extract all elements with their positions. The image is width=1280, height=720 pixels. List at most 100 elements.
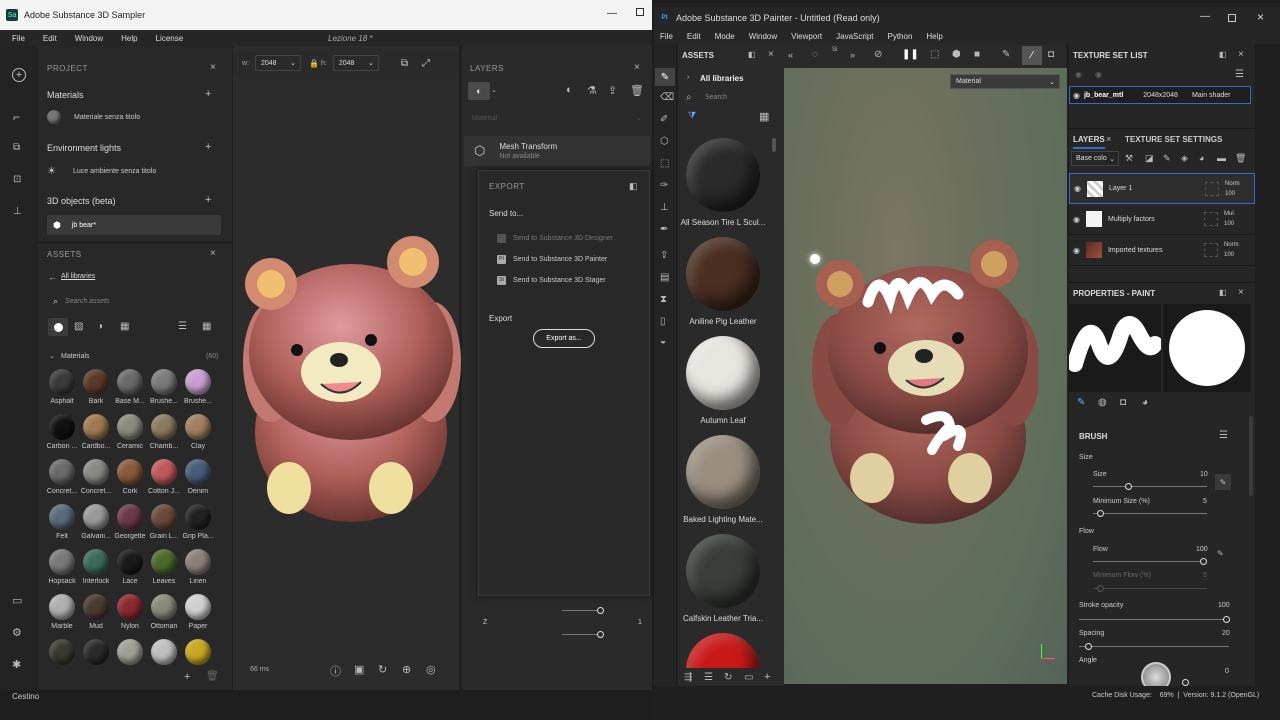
slider-track[interactable] bbox=[562, 610, 602, 611]
material-tile[interactable]: Mud bbox=[79, 594, 113, 630]
flow-pressure-icon[interactable]: ✎ bbox=[1217, 549, 1224, 558]
paint-tool-icon[interactable]: ✎ bbox=[655, 68, 675, 86]
pause-icon[interactable]: ❚❚ bbox=[902, 49, 919, 60]
assets-footer-icon-2[interactable]: ☰ bbox=[704, 672, 713, 683]
filter-dropdown-icon[interactable]: ⌄ bbox=[491, 86, 497, 94]
filter-light-icon[interactable]: ◑ bbox=[97, 321, 103, 332]
tab-layers[interactable]: LAYERS bbox=[1073, 135, 1105, 149]
size-slider-track[interactable] bbox=[1093, 486, 1207, 487]
material-tile[interactable]: Paper bbox=[181, 594, 215, 630]
add-fill-icon[interactable]: ◈ bbox=[1181, 153, 1188, 164]
collapse-chevron-icon[interactable]: ⌄ bbox=[49, 352, 55, 360]
geometry-icon[interactable]: ⬡ bbox=[660, 136, 669, 147]
back-arrow-icon[interactable]: ← bbox=[48, 272, 57, 282]
close-icon[interactable]: × bbox=[1257, 10, 1264, 24]
project-material-item[interactable]: Materiale senza titolo bbox=[47, 109, 221, 125]
tsl-eye-icon[interactable]: ◉ bbox=[1075, 70, 1082, 79]
visibility-eye-icon[interactable]: ◉ bbox=[1074, 184, 1081, 193]
filter-material-icon[interactable] bbox=[48, 318, 68, 336]
assets-search-input[interactable]: Search bbox=[705, 94, 727, 101]
picker-icon[interactable]: ✒ bbox=[660, 224, 668, 235]
minimize-icon[interactable]: — bbox=[1200, 11, 1210, 22]
screenshot-icon[interactable]: ◘ bbox=[1048, 49, 1054, 60]
material-tile[interactable]: Hopsack bbox=[45, 549, 79, 585]
menu-edit[interactable]: Edit bbox=[687, 32, 701, 41]
close-props-icon[interactable]: × bbox=[1238, 287, 1244, 298]
delete-layer-icon[interactable]: 🗑 bbox=[1235, 153, 1246, 164]
painter-viewport[interactable]: Material ⌄ bbox=[784, 68, 1067, 684]
eraser-icon[interactable]: ⌫ bbox=[660, 92, 674, 103]
menu-viewport[interactable]: Viewport bbox=[791, 32, 822, 41]
painter-asset-tile[interactable]: Calfskin Leather Tria... bbox=[680, 534, 766, 623]
maximize-icon[interactable] bbox=[1228, 14, 1236, 22]
pen-pressure-icon[interactable]: ✎ bbox=[1215, 474, 1231, 490]
next-icon[interactable]: » bbox=[850, 50, 855, 60]
add-material-icon[interactable]: + bbox=[205, 88, 211, 100]
add-object-icon[interactable]: + bbox=[205, 194, 211, 206]
add-env-icon[interactable]: + bbox=[205, 141, 211, 153]
render-mode-icon[interactable]: ⧉ bbox=[401, 58, 408, 69]
close-assets-icon[interactable]: × bbox=[768, 49, 774, 60]
stroke-opacity-slider-knob[interactable] bbox=[1223, 616, 1230, 623]
add-effect-icon[interactable]: ⚒ bbox=[1125, 153, 1133, 164]
paint-mode-icon[interactable]: ✎ bbox=[1002, 49, 1010, 60]
close-layers-tab-icon[interactable]: × bbox=[1106, 134, 1111, 144]
brush-stroke-preview[interactable] bbox=[1067, 304, 1163, 392]
visibility-eye-icon[interactable]: ◉ bbox=[1073, 246, 1080, 255]
layer-mask-icon[interactable]: ◐ bbox=[566, 84, 573, 96]
material-tile[interactable]: Ottoman bbox=[147, 594, 181, 630]
material-tile[interactable] bbox=[79, 639, 113, 668]
spacing-slider-track[interactable] bbox=[1079, 646, 1229, 647]
painter-asset-tile[interactable]: Baked Lighting Mate... bbox=[680, 435, 766, 524]
layer-fx-icon[interactable]: ⚗ bbox=[587, 84, 597, 97]
min-flow-slider-track[interactable] bbox=[1093, 588, 1207, 589]
menu-license[interactable]: License bbox=[156, 34, 184, 43]
material-tile[interactable] bbox=[113, 639, 147, 668]
props-scrollbar[interactable] bbox=[1249, 416, 1253, 496]
export-as-button[interactable]: Export as... bbox=[533, 329, 595, 348]
material-tile[interactable]: Lace bbox=[113, 549, 147, 585]
tab-texture-set-settings[interactable]: TEXTURE SET SETTINGS bbox=[1125, 135, 1222, 144]
tsl-menu-icon[interactable]: ☰ bbox=[1235, 69, 1244, 80]
channel-select[interactable]: Base colo ⌄ bbox=[1071, 151, 1119, 166]
alpha-tab-icon[interactable]: ◍ bbox=[1098, 397, 1107, 408]
chevron-right-icon[interactable]: › bbox=[687, 74, 689, 81]
flow-slider-knob[interactable] bbox=[1200, 558, 1207, 565]
flow-slider-track[interactable] bbox=[1093, 561, 1207, 562]
material-tile[interactable]: Grain L... bbox=[147, 504, 181, 540]
brush-alpha-preview[interactable] bbox=[1163, 304, 1251, 392]
env-light-item[interactable]: ☀ Luce ambiente senza titolo bbox=[47, 164, 221, 178]
sort-icon[interactable]: ☰ bbox=[178, 321, 187, 332]
export-collapse-icon[interactable]: ◧ bbox=[629, 181, 638, 192]
frame-icon[interactable]: ⊡ bbox=[13, 174, 21, 185]
frame-select-icon[interactable]: ⬚ bbox=[930, 49, 939, 60]
layer-row[interactable]: ◉ Multiply factors Mul 100 bbox=[1069, 204, 1255, 235]
material-tile[interactable]: Denim bbox=[181, 459, 215, 495]
assets-search-input[interactable]: Search assets bbox=[65, 298, 109, 305]
add-layer-icon[interactable]: ◕ bbox=[1199, 153, 1204, 163]
material-tile[interactable]: Cotton J... bbox=[147, 459, 181, 495]
projection-icon[interactable]: ✐ bbox=[660, 114, 668, 125]
add-folder-icon[interactable]: ▬ bbox=[1217, 153, 1226, 163]
material-tile[interactable]: Concret... bbox=[45, 459, 79, 495]
painter-asset-tile[interactable]: Aniline Pig Leather bbox=[680, 237, 766, 326]
visibility-eye-icon[interactable]: ◉ bbox=[1073, 91, 1080, 100]
layer-blend-mode[interactable]: Norm bbox=[1225, 181, 1240, 187]
close-layers-icon[interactable]: × bbox=[634, 62, 640, 73]
material-tile[interactable]: Georgette bbox=[113, 504, 147, 540]
filter-grid-icon[interactable]: ▦ bbox=[120, 321, 129, 332]
add-asset-icon[interactable]: + bbox=[764, 671, 770, 683]
layer-blend-mode[interactable]: Mul bbox=[1224, 211, 1234, 217]
environment-icon[interactable]: ◎ bbox=[426, 663, 436, 676]
settings-icon[interactable]: ⚙ bbox=[12, 626, 22, 639]
material-tile[interactable]: Base M... bbox=[113, 369, 147, 405]
rotate-icon[interactable]: ↻ bbox=[378, 663, 387, 676]
menu-edit[interactable]: Edit bbox=[43, 34, 57, 43]
all-libraries-link[interactable]: All libraries bbox=[61, 273, 95, 280]
minimize-icon[interactable]: — bbox=[607, 8, 617, 19]
send-to-stager[interactable]: St Send to Substance 3D Stager bbox=[497, 273, 637, 287]
layer-export-icon[interactable]: ⇪ bbox=[608, 84, 617, 97]
add-asset-icon[interactable]: + bbox=[184, 671, 190, 683]
add-smart-icon[interactable]: ✎ bbox=[1163, 153, 1171, 164]
layer-row[interactable]: ◉ Imported textures Norm 100 bbox=[1069, 235, 1255, 266]
